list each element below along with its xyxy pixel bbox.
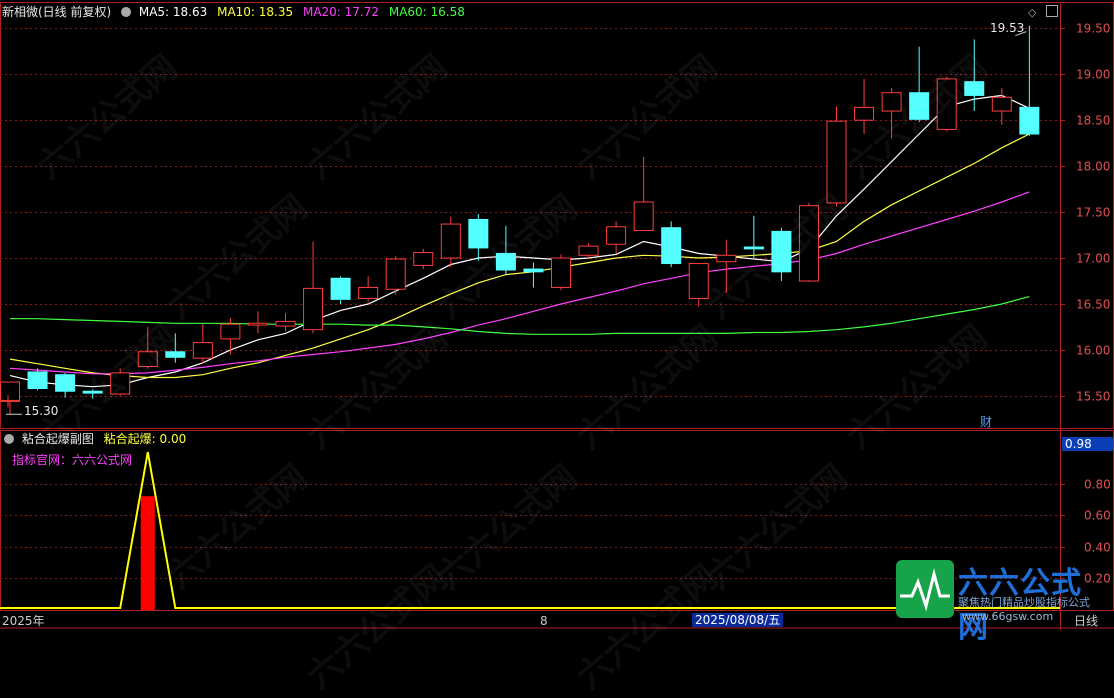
- y-tick-label: 18.50: [1076, 114, 1110, 128]
- candle-body: [220, 323, 241, 340]
- settings-circle-icon[interactable]: [4, 434, 14, 444]
- y-tick-label: 16.00: [1076, 344, 1110, 358]
- y-tick-label: 15.50: [1076, 390, 1110, 404]
- candle-body: [633, 201, 654, 231]
- diamond-icon[interactable]: ◇: [1028, 6, 1036, 19]
- candle-body: [27, 371, 48, 389]
- y-tick-label: 19.50: [1076, 22, 1110, 36]
- candle-body: [275, 320, 296, 327]
- candle-body: [0, 381, 20, 401]
- sub-bar: [140, 496, 155, 610]
- cursor-date-label: 2025/08/08/五: [692, 613, 784, 627]
- sub-value-box: 0.98: [1062, 437, 1113, 451]
- ma5-label: MA5: 18.63: [138, 5, 208, 19]
- y-tick-label: 16.50: [1076, 298, 1110, 312]
- candle-body: [606, 226, 627, 245]
- candle-body: [578, 245, 599, 256]
- site-logo: 六六公式网 聚焦热门精品炒股指标公式 www.66gsw.com: [896, 558, 1108, 645]
- bottom-month-label: 8: [540, 614, 548, 628]
- candle-body: [551, 257, 571, 288]
- finance-badge[interactable]: 财: [980, 415, 992, 429]
- settings-circle-icon[interactable]: [121, 7, 132, 17]
- sub-indicator-value: 粘合起爆: 0.00: [103, 432, 187, 446]
- ma60-label: MA60: 16.58: [388, 5, 465, 19]
- logo-url: www.66gsw.com: [962, 610, 1054, 623]
- candle-body: [385, 258, 406, 290]
- sub-y-tick-label: 0.80: [1084, 478, 1111, 492]
- ma10-label: MA10: 18.35: [217, 5, 294, 19]
- candle-body: [661, 227, 682, 265]
- y-tick-label: 17.50: [1076, 206, 1110, 220]
- candle-body: [523, 268, 544, 273]
- candle-body: [192, 342, 213, 359]
- sub-header: 粘合起爆副图 粘合起爆: 0.00: [2, 432, 186, 446]
- candle-body: [358, 286, 379, 299]
- ma20-label: MA20: 17.72: [302, 5, 380, 19]
- bottom-year-label: 2025年: [2, 614, 45, 628]
- candle-body: [991, 96, 1012, 112]
- sub-y-tick-label: 0.60: [1084, 509, 1111, 523]
- candle-body: [330, 277, 351, 300]
- candle-body: [413, 252, 434, 266]
- candle-body: [247, 322, 268, 326]
- stock-title: 新相微(日线 前复权): [2, 5, 112, 19]
- y-tick-label: 19.00: [1076, 68, 1110, 82]
- y-tick-label: 17.00: [1076, 252, 1110, 266]
- main-header: 新相微(日线 前复权) MA5: 18.63 MA10: 18.35 MA20:…: [2, 5, 465, 19]
- candle-body: [303, 287, 324, 331]
- candle-body: [440, 223, 461, 259]
- y-tick-label: 18.00: [1076, 160, 1110, 174]
- high-price-label: 19.53: [990, 21, 1025, 35]
- window-toggle-icon[interactable]: [1046, 5, 1058, 17]
- logo-emblem-icon: [896, 560, 954, 618]
- site-label: 指标官网：六六公式网: [12, 453, 133, 467]
- logo-subtitle: 聚焦热门精品炒股指标公式: [958, 596, 1090, 609]
- candle-body: [1019, 106, 1040, 135]
- sub-y-tick-label: 0.40: [1084, 541, 1111, 555]
